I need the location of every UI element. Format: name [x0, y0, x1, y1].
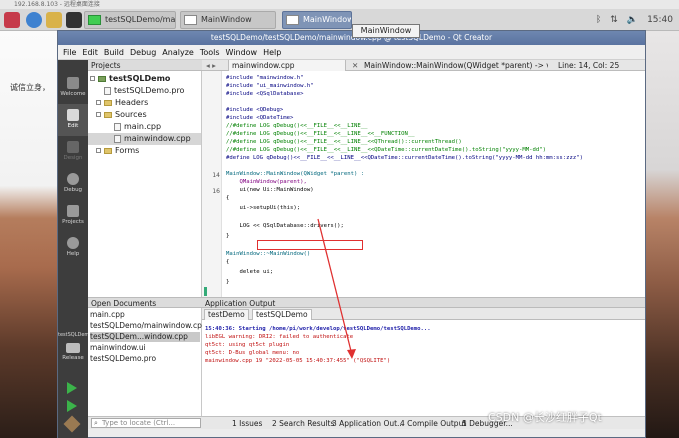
watermark: CSDN @长沙红胖子Qt — [488, 411, 602, 424]
arrow-line — [317, 218, 353, 356]
arrow-head — [347, 349, 356, 359]
annotation-arrow — [317, 218, 356, 359]
